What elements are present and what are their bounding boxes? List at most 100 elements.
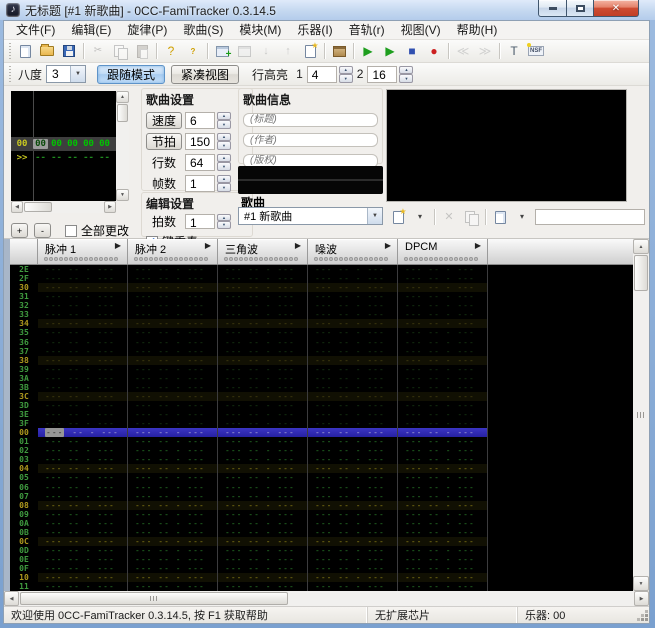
pattern-cell-triangle[interactable]: --- -- - ---	[218, 356, 308, 365]
pattern-cell-pulse-2[interactable]: --- -- - ---	[128, 374, 218, 383]
pattern-cell-pulse-1[interactable]: --- -- - ---	[38, 374, 128, 383]
pattern-cell-dpcm[interactable]: --- -- - ---	[398, 292, 488, 301]
pattern-cell-dpcm[interactable]: --- -- - ---	[398, 347, 488, 356]
add-frame-button[interactable]: +	[11, 223, 28, 238]
pattern-row[interactable]: 36--- -- - ------ -- - ------ -- - -----…	[10, 338, 488, 347]
spin-up-icon[interactable]: ▲	[217, 214, 231, 222]
pattern-cell-noise[interactable]: --- -- - ---	[308, 310, 398, 319]
pattern-row[interactable]: 30--- -- - ------ -- - ------ -- - -----…	[10, 283, 488, 292]
pattern-cell-triangle[interactable]: --- -- - ---	[218, 374, 308, 383]
channel-header-noise[interactable]: 噪波▶	[308, 239, 398, 264]
pattern-cell-noise[interactable]: --- -- - ---	[308, 437, 398, 446]
pattern-cell-triangle[interactable]: --- -- - ---	[218, 428, 308, 437]
frame-vertical-scrollbar[interactable]: ▲ ▼	[116, 91, 129, 201]
add-frame-icon[interactable]	[212, 41, 232, 61]
pattern-cell-noise[interactable]: --- -- - ---	[308, 582, 398, 591]
pattern-cell-pulse-2[interactable]: --- -- - ---	[128, 265, 218, 274]
pattern-cell-dpcm[interactable]: --- -- - ---	[398, 582, 488, 591]
pattern-cell-triangle[interactable]: --- -- - ---	[218, 274, 308, 283]
pattern-cell-dpcm[interactable]: --- -- - ---	[398, 283, 488, 292]
pattern-cell-triangle[interactable]: --- -- - ---	[218, 310, 308, 319]
pattern-cell-dpcm[interactable]: --- -- - ---	[398, 274, 488, 283]
pattern-cell-dpcm[interactable]: --- -- - ---	[398, 455, 488, 464]
pattern-cell-dpcm[interactable]: --- -- - ---	[398, 483, 488, 492]
pattern-cell-triangle[interactable]: --- -- - ---	[218, 473, 308, 482]
duplicate-frame-icon[interactable]	[300, 41, 320, 61]
instrument-editor-icon[interactable]: ?	[161, 41, 181, 61]
pattern-cell-noise[interactable]: --- -- - ---	[308, 492, 398, 501]
chevron-down-icon[interactable]: ▼	[70, 66, 85, 82]
pattern-cell-pulse-2[interactable]: --- -- - ---	[128, 410, 218, 419]
octave-select[interactable]: 3 ▼	[46, 65, 86, 83]
pattern-cell-triangle[interactable]: --- -- - ---	[218, 437, 308, 446]
frame-pattern-value[interactable]: 00	[33, 139, 48, 149]
pattern-row[interactable]: 33--- -- - ------ -- - ------ -- - -----…	[10, 310, 488, 319]
pattern-cell-pulse-1[interactable]: --- -- - ---	[38, 428, 128, 437]
pattern-row[interactable]: 0A--- -- - ------ -- - ------ -- - -----…	[10, 519, 488, 528]
pattern-row[interactable]: 3A--- -- - ------ -- - ------ -- - -----…	[10, 374, 488, 383]
pattern-cell-dpcm[interactable]: --- -- - ---	[398, 437, 488, 446]
pattern-cell-dpcm[interactable]: --- -- - ---	[398, 401, 488, 410]
pattern-cell-pulse-1[interactable]: --- -- - ---	[38, 401, 128, 410]
scroll-down-icon[interactable]: ▼	[633, 576, 649, 591]
pattern-cell-dpcm[interactable]: --- -- - ---	[398, 383, 488, 392]
spin-down-icon[interactable]: ▼	[217, 221, 231, 229]
frame-pattern-value[interactable]: 00	[49, 139, 64, 149]
pattern-cell-noise[interactable]: --- -- - ---	[308, 328, 398, 337]
pattern-cell-triangle[interactable]: --- -- - ---	[218, 564, 308, 573]
frame-pattern-value[interactable]: --	[97, 153, 112, 163]
remove-frame-button[interactable]: -	[34, 223, 51, 238]
pattern-cell-dpcm[interactable]: --- -- - ---	[398, 419, 488, 428]
pattern-cell-noise[interactable]: --- -- - ---	[308, 401, 398, 410]
pattern-row[interactable]: 3E--- -- - ------ -- - ------ -- - -----…	[10, 410, 488, 419]
pattern-cell-triangle[interactable]: --- -- - ---	[218, 455, 308, 464]
new-instrument-icon[interactable]	[388, 207, 408, 227]
hammer-icon[interactable]: T	[504, 41, 524, 61]
pattern-cell-pulse-2[interactable]: --- -- - ---	[128, 473, 218, 482]
pattern-cell-pulse-2[interactable]: --- -- - ---	[128, 383, 218, 392]
song-title-input[interactable]	[243, 113, 378, 127]
pattern-cell-pulse-1[interactable]: --- -- - ---	[38, 564, 128, 573]
pattern-cell-noise[interactable]: --- -- - ---	[308, 473, 398, 482]
pattern-cell-pulse-1[interactable]: --- -- - ---	[38, 501, 128, 510]
play-pattern-icon[interactable]: ▶	[380, 41, 400, 61]
pattern-row[interactable]: 34--- -- - ------ -- - ------ -- - -----…	[10, 319, 488, 328]
pattern-cell-pulse-2[interactable]: --- -- - ---	[128, 328, 218, 337]
pattern-cell-dpcm[interactable]: --- -- - ---	[398, 319, 488, 328]
pattern-cell-pulse-2[interactable]: --- -- - ---	[128, 274, 218, 283]
channel-header-pulse-1[interactable]: 脉冲 1▶	[38, 239, 128, 264]
pattern-row[interactable]: 04--- -- - ------ -- - ------ -- - -----…	[10, 464, 488, 473]
module-properties-icon[interactable]	[329, 41, 349, 61]
pattern-row[interactable]: 0C--- -- - ------ -- - ------ -- - -----…	[10, 537, 488, 546]
pattern-cell-noise[interactable]: --- -- - ---	[308, 501, 398, 510]
pattern-cell-noise[interactable]: --- -- - ---	[308, 464, 398, 473]
pattern-cell-noise[interactable]: --- -- - ---	[308, 428, 398, 437]
pattern-cell-noise[interactable]: --- -- - ---	[308, 283, 398, 292]
pattern-cell-dpcm[interactable]: --- -- - ---	[398, 301, 488, 310]
pattern-row[interactable]: 2E--- -- - ------ -- - ------ -- - -----…	[10, 265, 488, 274]
tempo-value[interactable]: 150	[185, 133, 215, 150]
pattern-cell-pulse-1[interactable]: --- -- - ---	[38, 546, 128, 555]
pattern-row[interactable]: 35--- -- - ------ -- - ------ -- - -----…	[10, 328, 488, 337]
pattern-cell-pulse-2[interactable]: --- -- - ---	[128, 455, 218, 464]
pattern-row[interactable]: 0E--- -- - ------ -- - ------ -- - -----…	[10, 555, 488, 564]
pattern-cell-noise[interactable]: --- -- - ---	[308, 573, 398, 582]
spin-up-icon[interactable]: ▲	[217, 154, 231, 163]
pattern-cell-noise[interactable]: --- -- - ---	[308, 546, 398, 555]
scrollbar-thumb[interactable]	[20, 592, 288, 605]
pattern-cell-pulse-1[interactable]: --- -- - ---	[38, 347, 128, 356]
pattern-cell-dpcm[interactable]: --- -- - ---	[398, 473, 488, 482]
step-value[interactable]: 1	[185, 214, 215, 229]
song-author-input[interactable]	[243, 133, 378, 147]
pattern-cell-dpcm[interactable]: --- -- - ---	[398, 374, 488, 383]
spin-down-icon[interactable]: ▼	[217, 183, 231, 192]
pattern-row[interactable]: 3F--- -- - ------ -- - ------ -- - -----…	[10, 419, 488, 428]
highlight1-value[interactable]: 4	[307, 66, 337, 83]
pattern-cell-pulse-2[interactable]: --- -- - ---	[128, 365, 218, 374]
menu-module[interactable]: 模块(M)	[231, 21, 289, 39]
pattern-cell-triangle[interactable]: --- -- - ---	[218, 283, 308, 292]
spin-down-icon[interactable]: ▼	[217, 120, 231, 129]
pattern-cell-dpcm[interactable]: --- -- - ---	[398, 310, 488, 319]
pattern-cell-noise[interactable]: --- -- - ---	[308, 292, 398, 301]
channel-header-pulse-2[interactable]: 脉冲 2▶	[128, 239, 218, 264]
